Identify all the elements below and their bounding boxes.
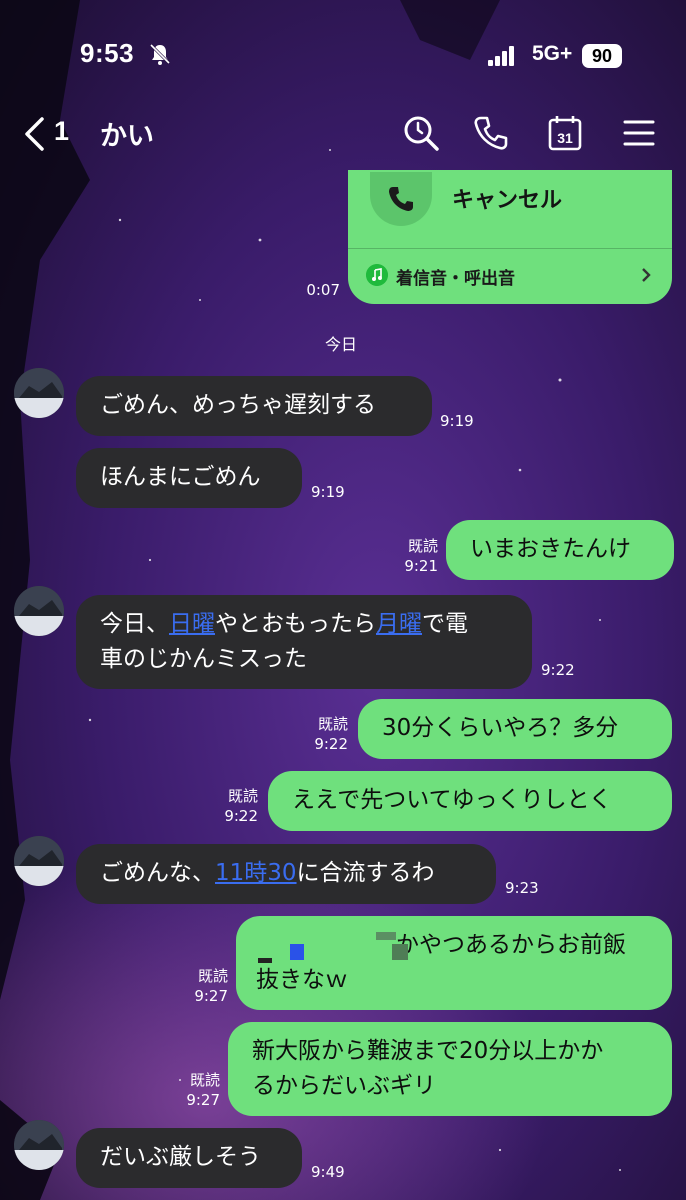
status-time: 9:53 [80, 38, 135, 68]
read-receipt: 既読 [197, 967, 228, 985]
avatar[interactable] [14, 368, 64, 418]
battery-indicator: 90 [582, 44, 622, 68]
message-text: に合流するわ [296, 860, 435, 886]
read-receipt: 既読 [407, 537, 438, 555]
bell-slash-icon [149, 43, 171, 65]
menu-icon[interactable] [620, 114, 658, 152]
message-bubble-incoming[interactable]: ごめん、めっちゃ遅刻する [76, 376, 432, 436]
time-link[interactable]: 11時30 [215, 860, 297, 886]
contact-name[interactable]: かい [100, 114, 154, 153]
message-text: で電 [422, 611, 468, 637]
read-receipt: 既読 [227, 787, 258, 805]
message-bubble-incoming[interactable]: ごめんな、11時30に合流するわ [76, 844, 496, 904]
message-time: 9:22 [224, 807, 258, 825]
message-bubble-incoming[interactable]: ほんまにごめん [76, 448, 302, 508]
ringtone-link[interactable]: 着信音・呼出音 [396, 264, 515, 289]
message-bubble-outgoing[interactable]: 30分くらいやろ？多分 [358, 699, 672, 759]
message-time: 9:23 [505, 879, 539, 897]
read-receipt: 既読 [317, 715, 348, 733]
signal-icon [488, 46, 514, 66]
message-time: 9:22 [314, 735, 348, 753]
phone-icon[interactable] [472, 114, 510, 152]
message-time: 9:21 [404, 557, 438, 575]
phone-icon [389, 187, 413, 211]
redaction-mark [392, 944, 408, 960]
redaction-mark [258, 958, 272, 963]
search-icon[interactable] [402, 114, 440, 152]
chevron-right-icon [642, 268, 651, 282]
message-text: 車のじかんミスった [100, 646, 307, 672]
divider [348, 248, 672, 249]
message-text: ごめんな、 [100, 860, 215, 886]
back-chevron-icon[interactable] [22, 116, 48, 152]
message-text: かやつあるからお前飯 [396, 932, 626, 958]
message-time: 9:19 [440, 412, 474, 430]
message-bubble-outgoing[interactable]: いまおきたんけ [446, 520, 674, 580]
svg-text:31: 31 [557, 130, 573, 146]
calendar-icon[interactable]: 31 [546, 114, 584, 152]
message-time: 9:49 [311, 1163, 345, 1181]
message-time: 9:27 [194, 987, 228, 1005]
date-link[interactable]: 月曜 [376, 611, 422, 637]
call-status-title: キャンセル [452, 188, 563, 213]
message-time: 9:22 [541, 661, 575, 679]
date-link[interactable]: 日曜 [169, 611, 215, 637]
read-receipt: 既読 [189, 1071, 220, 1089]
date-separator: 今日 [325, 335, 358, 354]
message-bubble-outgoing[interactable]: 新大阪から難波まで20分以上かか るからだいぶギリ [228, 1022, 672, 1116]
message-time: 9:27 [186, 1091, 220, 1109]
call-cancel-card[interactable]: キャンセル 着信音・呼出音 [348, 170, 672, 304]
network-type: 5G+ [532, 42, 573, 65]
message-bubble-outgoing[interactable]: ええで先ついてゆっくりしとく [268, 771, 672, 831]
message-bubble-incoming[interactable]: 今日、日曜やとおもったら月曜で電車のじかんミスった [76, 595, 532, 689]
message-time: 0:07 [306, 281, 340, 299]
message-text: やとおもったら [215, 611, 376, 637]
call-icon-circle [370, 172, 432, 226]
avatar[interactable] [14, 586, 64, 636]
message-time: 9:19 [311, 483, 345, 501]
unread-count[interactable]: 1 [54, 116, 69, 147]
message-text: 新大阪から難波まで20分以上かか [252, 1038, 604, 1064]
avatar[interactable] [14, 1120, 64, 1170]
music-note-icon [366, 264, 388, 286]
redaction-mark [290, 944, 304, 960]
message-text: るからだいぶギリ [252, 1073, 436, 1099]
message-text: 抜きなｗ [256, 967, 348, 993]
message-bubble-outgoing[interactable]: かやつあるからお前飯 抜きなｗ [236, 916, 672, 1010]
redaction-mark [376, 932, 396, 940]
avatar[interactable] [14, 836, 64, 886]
message-bubble-incoming[interactable]: だいぶ厳しそう [76, 1128, 302, 1188]
message-text: 今日、 [100, 611, 169, 637]
